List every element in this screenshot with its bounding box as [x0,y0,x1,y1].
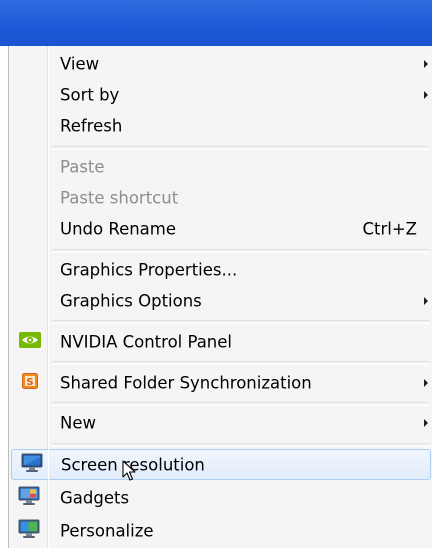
nvidia-icon [19,331,41,352]
menu-item-graphics-options[interactable]: Graphics Options [9,285,432,316]
menu-item-label: NVIDIA Control Panel [60,332,233,351]
menu-item-paste-shortcut: Paste shortcut [9,182,432,213]
personalize-icon [18,519,40,543]
menu-item-label: Refresh [60,116,123,135]
menu-item-undo-rename[interactable]: Undo Rename Ctrl+Z [9,213,432,244]
menu-item-refresh[interactable]: Refresh [9,110,432,141]
menu-separator [51,320,430,324]
menu-item-personalize[interactable]: Personalize [9,515,432,546]
menu-item-sort-by[interactable]: Sort by [9,79,432,110]
submenu-arrow-icon [424,296,428,305]
monitor-icon [21,453,43,477]
menu-item-label: Gadgets [60,488,130,507]
menu-item-gadgets[interactable]: Gadgets [9,482,432,513]
submenu-arrow-icon [424,378,428,387]
menu-item-label: Paste [60,157,105,176]
menu-item-label: Graphics Properties... [60,260,238,279]
submenu-arrow-icon [424,418,428,427]
desktop-background [0,0,432,46]
mouse-cursor-icon [122,460,136,486]
svg-text:S: S [26,377,33,388]
menu-item-screen-resolution[interactable]: Screen resolution [11,449,431,480]
menu-item-label: View [60,54,100,73]
submenu-arrow-icon [424,59,428,68]
desktop-context-menu: View Sort by Refresh Paste Paste shortcu… [8,46,432,548]
menu-item-new[interactable]: New [9,407,432,438]
menu-separator [51,443,430,447]
menu-separator [51,146,430,150]
menu-item-label: New [60,413,96,432]
menu-item-label: Sort by [60,85,120,104]
submenu-arrow-icon [424,90,428,99]
menu-item-nvidia-control-panel[interactable]: NVIDIA Control Panel [9,326,432,357]
keyboard-shortcut: Ctrl+Z [362,219,418,238]
menu-separator [51,361,430,365]
menu-item-shared-folder-sync[interactable]: S Shared Folder Synchronization [9,367,432,398]
shared-folder-icon: S [22,372,38,393]
menu-separator [51,402,430,406]
menu-item-label: Graphics Options [60,291,202,310]
menu-separator [51,249,430,253]
menu-item-paste: Paste [9,151,432,182]
menu-item-label: Undo Rename [60,219,177,238]
menu-item-label: Paste shortcut [60,188,179,207]
menu-item-label: Shared Folder Synchronization [60,373,312,392]
menu-item-label: Personalize [60,521,154,540]
menu-item-view[interactable]: View [9,48,432,79]
gadgets-icon [18,486,40,510]
menu-item-graphics-properties[interactable]: Graphics Properties... [9,254,432,285]
